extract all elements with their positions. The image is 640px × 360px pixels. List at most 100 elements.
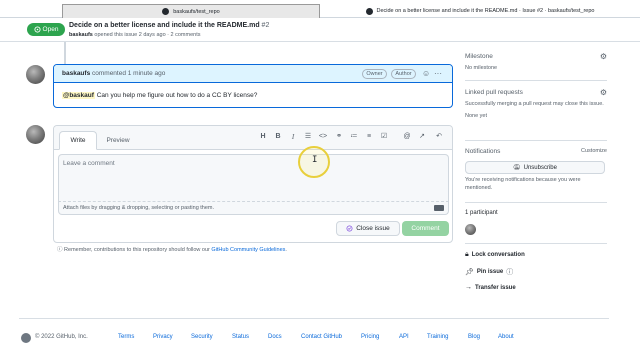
issue-comment: baskaufs commented 1 minute ago Owner Au… <box>53 64 453 108</box>
footer-link-about[interactable]: About <box>498 334 514 340</box>
github-logo-icon <box>162 8 170 15</box>
mention-icon[interactable]: @ <box>402 133 412 141</box>
sidebar-divider <box>465 202 607 203</box>
bold-icon[interactable]: B <box>273 133 283 141</box>
bulleted-list-icon[interactable]: ≔ <box>349 133 359 141</box>
reminder-suffix: . <box>285 247 287 253</box>
task-list-icon[interactable]: ☑ <box>379 133 389 141</box>
sidebar-divider <box>465 80 607 81</box>
tab-write[interactable]: Write <box>59 131 97 150</box>
footer-link-training[interactable]: Training <box>427 334 448 340</box>
italic-icon[interactable]: I <box>288 133 298 141</box>
transfer-issue-link[interactable]: → Transfer issue <box>465 284 516 291</box>
linked-prs-value: None yet <box>465 113 488 119</box>
close-issue-button[interactable]: Close issue <box>336 221 400 236</box>
footer-divider <box>19 318 609 319</box>
community-guidelines-link[interactable]: GitHub Community Guidelines <box>211 247 285 253</box>
timeline-line <box>64 42 66 64</box>
footer-link-blog[interactable]: Blog <box>468 334 480 340</box>
footer-link-docs[interactable]: Docs <box>268 334 282 340</box>
issue-status-badge: Open <box>27 23 65 36</box>
issue-number: #2 <box>261 22 270 29</box>
issue-meta: baskaufs opened this issue 2 days ago · … <box>69 32 200 38</box>
unsubscribe-button[interactable]: 🔕︎ Unsubscribe <box>465 161 605 174</box>
browser-tab-repo[interactable]: baskaufs/test_repo <box>62 4 320 18</box>
editor-tabs: Write Preview H B I ☰ <> ⚭ ≔ ≡ ☑ @ ↗ ↶ <box>54 126 452 150</box>
comment-textarea[interactable]: Leave a comment <box>58 154 449 202</box>
participant-avatar[interactable] <box>465 224 476 235</box>
attach-files-area[interactable]: Attach files by dragging & dropping, sel… <box>58 202 449 215</box>
notifications-reason-text: You're receiving notifications because y… <box>465 177 581 191</box>
gear-icon[interactable]: ⚙ <box>600 53 607 61</box>
quote-icon[interactable]: ☰ <box>303 133 313 141</box>
issue-opened-icon <box>33 26 41 33</box>
saved-reply-icon[interactable]: ↶ <box>434 133 444 141</box>
customize-link[interactable]: Customize <box>581 148 607 154</box>
pin-icon: 📌︎ <box>465 269 474 276</box>
sidebar-participants: 1 participant <box>465 210 607 216</box>
pin-issue-link[interactable]: 📌︎ Pin issue ⓘ <box>465 267 513 277</box>
heading-icon[interactable]: H <box>258 133 268 141</box>
lock-conversation-link[interactable]: 🔒︎ Lock conversation <box>465 251 525 259</box>
kebab-menu-icon[interactable]: ··· <box>434 70 442 78</box>
comment-body: @baskauf Can you help me figure out how … <box>62 92 257 99</box>
smiley-icon[interactable]: ☺ <box>422 70 430 78</box>
avatar[interactable] <box>26 65 45 84</box>
footer-link-contact[interactable]: Contact GitHub <box>301 334 342 340</box>
transfer-issue-label: Transfer issue <box>475 284 516 291</box>
comment-text: Can you help me figure out how to do a C… <box>94 92 258 99</box>
pin-issue-label: Pin issue <box>476 269 504 275</box>
browser-tab-label: Decide on a better license and include i… <box>376 8 595 14</box>
footer-link-privacy[interactable]: Privacy <box>153 334 173 340</box>
participants-title: 1 participant <box>465 210 498 216</box>
avatar[interactable] <box>26 125 45 144</box>
unsubscribe-label: Unsubscribe <box>523 164 557 171</box>
issue-title: Decide on a better license and include i… <box>69 22 269 29</box>
comment-button[interactable]: Comment <box>402 221 449 236</box>
community-reminder: ⓘ Remember, contributions to this reposi… <box>57 245 287 253</box>
milestone-title[interactable]: Milestone <box>465 53 607 60</box>
linked-prs-title[interactable]: Linked pull requests <box>465 89 607 96</box>
browser-tab-strip: baskaufs/test_repo Decide on a better li… <box>0 0 640 18</box>
reference-icon[interactable]: ↗ <box>417 133 427 141</box>
browser-tab-issue[interactable]: Decide on a better license and include i… <box>320 4 640 18</box>
comment-header: baskaufs commented 1 minute ago Owner Au… <box>54 65 452 83</box>
close-issue-label: Close issue <box>356 225 390 232</box>
comment-author: baskaufs commented 1 minute ago <box>62 70 165 77</box>
text-cursor-icon: I <box>312 155 318 165</box>
link-icon[interactable]: ⚭ <box>334 133 344 141</box>
footer-copyright: © 2022 GitHub, Inc. <box>35 334 88 340</box>
footer-link-status[interactable]: Status <box>232 334 249 340</box>
lock-conversation-label: Lock conversation <box>471 252 525 258</box>
comment-time[interactable]: commented 1 minute ago <box>92 70 165 77</box>
comment-author-link[interactable]: baskaufs <box>62 70 90 77</box>
author-badge: Author <box>391 69 416 79</box>
footer-link-terms[interactable]: Terms <box>118 334 134 340</box>
arrow-right-icon: → <box>465 284 472 291</box>
sidebar-linked-prs: Linked pull requests ⚙ Successfully merg… <box>465 89 607 120</box>
footer-link-security[interactable]: Security <box>191 334 213 340</box>
footer-link-pricing[interactable]: Pricing <box>361 334 379 340</box>
tab-preview[interactable]: Preview <box>100 131 136 150</box>
issue-sticky-header: Open Decide on a better license and incl… <box>0 18 640 42</box>
issue-title-text: Decide on a better license and include i… <box>69 22 260 29</box>
check-circle-icon <box>346 225 353 232</box>
attach-hint: Attach files by dragging & dropping, sel… <box>63 205 215 211</box>
code-icon[interactable]: <> <box>318 133 328 141</box>
issue-status-label: Open <box>42 26 59 33</box>
markdown-icon <box>434 205 444 211</box>
github-logo-icon[interactable] <box>21 333 31 343</box>
milestone-value: No milestone <box>465 65 498 71</box>
numbered-list-icon[interactable]: ≡ <box>364 133 374 141</box>
sidebar-divider <box>465 243 607 244</box>
issue-meta-text: opened this issue 2 days ago · 2 comment… <box>94 32 201 38</box>
info-icon[interactable]: ⓘ <box>506 267 513 277</box>
issue-author-link[interactable]: baskaufs <box>69 32 93 38</box>
reminder-text: Remember, contributions to this reposito… <box>64 247 212 253</box>
footer-link-api[interactable]: API <box>399 334 409 340</box>
browser-tab-label: baskaufs/test_repo <box>173 8 220 15</box>
notifications-reason: You're receiving notifications because y… <box>465 176 607 192</box>
lock-icon: 🔒︎ <box>465 251 469 258</box>
gear-icon[interactable]: ⚙ <box>600 89 607 97</box>
user-mention[interactable]: @baskauf <box>62 92 95 99</box>
